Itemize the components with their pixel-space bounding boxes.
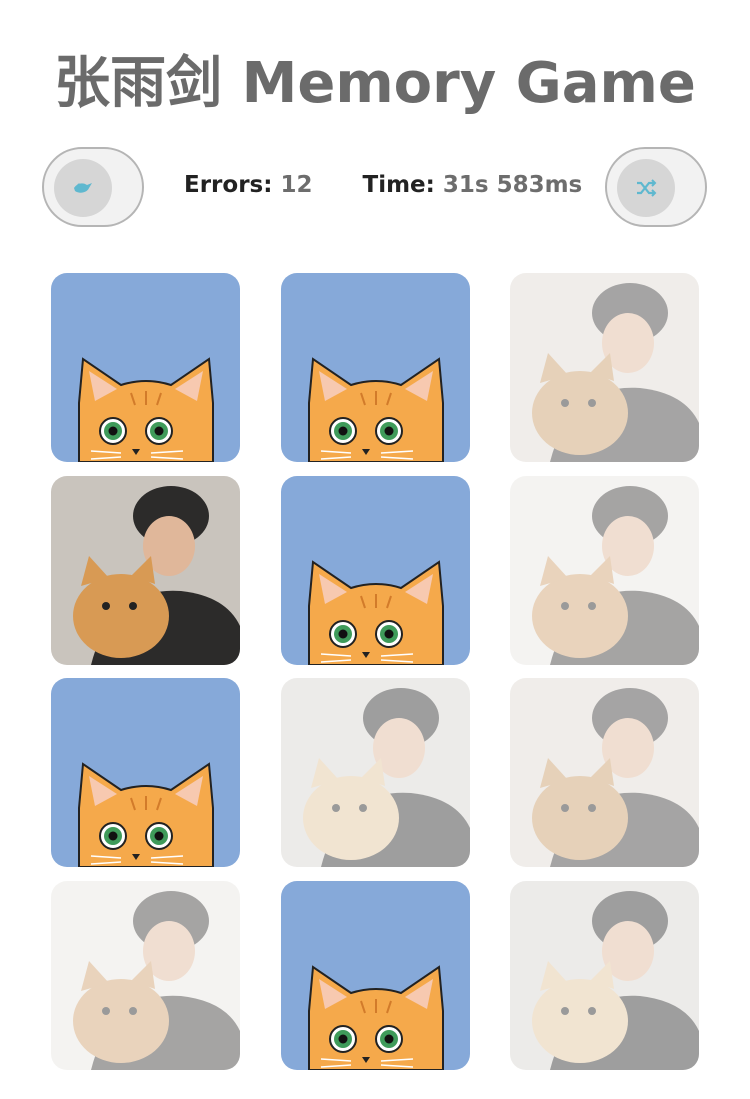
photo-image xyxy=(510,881,699,1070)
bird-icon xyxy=(74,183,92,193)
toggle-knob xyxy=(617,159,675,217)
photo-image xyxy=(510,678,699,867)
memory-card[interactable] xyxy=(51,881,240,1070)
errors-value: 12 xyxy=(280,172,313,198)
photo-image xyxy=(510,273,699,462)
errors-label: Errors: xyxy=(184,172,273,198)
memory-card[interactable] xyxy=(510,881,699,1070)
memory-card[interactable] xyxy=(281,476,470,665)
memory-card[interactable] xyxy=(510,678,699,867)
page-title: 张雨剑 Memory Game xyxy=(54,51,696,116)
shuffle-icon xyxy=(637,179,657,197)
cat-face-icon xyxy=(281,476,470,665)
cat-face-icon xyxy=(51,273,240,462)
memory-card[interactable] xyxy=(51,273,240,462)
shuffle-toggle[interactable] xyxy=(605,147,707,227)
toggle-knob xyxy=(54,159,112,217)
photo-image xyxy=(510,476,699,665)
cat-face-icon xyxy=(281,881,470,1070)
memory-card[interactable] xyxy=(510,273,699,462)
memory-card[interactable] xyxy=(281,273,470,462)
time-label: Time: xyxy=(362,172,435,198)
memory-card[interactable] xyxy=(281,881,470,1070)
game-stats: Errors: 12 Time: 31s 583ms xyxy=(184,172,584,198)
photo-image xyxy=(281,678,470,867)
memory-card[interactable] xyxy=(51,476,240,665)
photo-image xyxy=(51,476,240,665)
memory-card[interactable] xyxy=(51,678,240,867)
memory-card[interactable] xyxy=(281,678,470,867)
cat-face-icon xyxy=(51,678,240,867)
photo-image xyxy=(51,881,240,1070)
sound-toggle[interactable] xyxy=(42,147,144,227)
memory-card[interactable] xyxy=(510,476,699,665)
cat-face-icon xyxy=(281,273,470,462)
time-value: 31s 583ms xyxy=(442,172,583,198)
